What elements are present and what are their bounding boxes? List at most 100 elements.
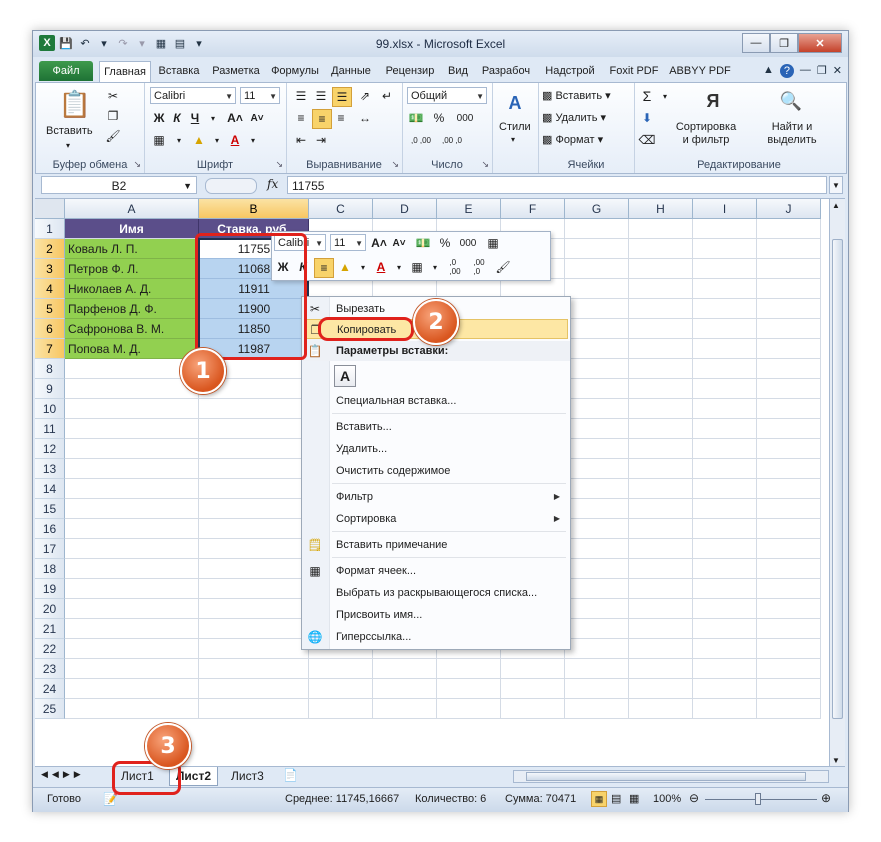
empty-cell[interactable]	[757, 659, 821, 679]
empty-cell[interactable]	[693, 679, 757, 699]
empty-cell[interactable]	[757, 339, 821, 359]
row-header[interactable]: 2	[35, 239, 65, 259]
number-format-combo[interactable]: Общий ▼	[407, 87, 487, 104]
zoom-slider-thumb[interactable]	[755, 793, 761, 805]
empty-cell[interactable]	[757, 299, 821, 319]
row-header[interactable]: 14	[35, 479, 65, 499]
row-header[interactable]: 13	[35, 459, 65, 479]
restore-icon[interactable]: ❐	[770, 33, 798, 53]
tab-addins[interactable]: Надстрой	[539, 61, 601, 81]
close-icon[interactable]: ✕	[798, 33, 842, 53]
empty-cell[interactable]	[65, 679, 199, 699]
format-painter-icon[interactable]: 🖌	[104, 127, 122, 145]
vertical-scroll-thumb[interactable]	[832, 239, 843, 719]
sort-filter-button[interactable]: Сортировка и фильтр	[666, 121, 746, 147]
empty-cell[interactable]	[373, 699, 437, 719]
empty-cell[interactable]	[199, 699, 309, 719]
autosum-button[interactable]: Σ	[638, 87, 656, 105]
align-middle-icon[interactable]: ☰	[312, 87, 330, 105]
tab-data[interactable]: Данные	[325, 61, 377, 81]
empty-cell[interactable]	[693, 439, 757, 459]
autosum-dropdown-icon[interactable]: ▾	[656, 87, 674, 105]
page-layout-view-icon[interactable]: ▤	[611, 792, 621, 805]
empty-cell[interactable]	[199, 679, 309, 699]
empty-cell[interactable]	[757, 239, 821, 259]
cells-delete-button[interactable]: ▩ Удалить ▾	[542, 111, 606, 124]
empty-cell[interactable]	[693, 479, 757, 499]
select-all-corner[interactable]	[35, 199, 65, 219]
menu-item-sort[interactable]: Сортировка ▶	[302, 509, 570, 529]
empty-cell[interactable]	[65, 559, 199, 579]
menu-item-filter[interactable]: Фильтр ▶	[302, 487, 570, 507]
tab-file[interactable]: Файл	[39, 61, 93, 81]
empty-cell[interactable]	[629, 679, 693, 699]
row-header[interactable]: 1	[35, 219, 65, 239]
status-count[interactable]: Количество: 6	[415, 793, 486, 805]
align-bottom-icon[interactable]: ☰	[332, 87, 352, 107]
row-header[interactable]: 25	[35, 699, 65, 719]
empty-cell[interactable]	[757, 259, 821, 279]
decrease-indent-icon[interactable]: ⇤	[292, 131, 310, 149]
page-break-view-icon[interactable]: ▦	[629, 792, 639, 805]
doc-restore-icon[interactable]: ❐	[817, 64, 827, 78]
borders-dropdown-icon[interactable]: ▾	[170, 131, 188, 149]
empty-cell[interactable]	[693, 299, 757, 319]
empty-cell[interactable]	[629, 259, 693, 279]
font-name-combo[interactable]: Calibri ▼	[150, 87, 236, 104]
menu-item-pick-from-list[interactable]: Выбрать из раскрывающегося списка...	[302, 583, 570, 603]
empty-cell[interactable]	[693, 219, 757, 239]
currency-format-icon[interactable]: 💵	[407, 109, 425, 127]
find-select-icon[interactable]: 🔍	[776, 87, 806, 115]
empty-cell[interactable]	[65, 539, 199, 559]
column-header[interactable]: H	[629, 199, 693, 219]
empty-cell[interactable]	[757, 279, 821, 299]
cells-format-button[interactable]: ▩ Формат ▾	[542, 133, 603, 146]
text-orientation-icon[interactable]: ⇗	[356, 87, 374, 105]
empty-cell[interactable]	[629, 239, 693, 259]
name-cell[interactable]: Коваль Л. П.	[65, 239, 199, 259]
empty-cell[interactable]	[565, 359, 629, 379]
empty-cell[interactable]	[565, 519, 629, 539]
find-select-button[interactable]: Найти и выделить	[754, 121, 830, 147]
empty-cell[interactable]	[565, 239, 629, 259]
doc-minimize-icon[interactable]: —	[800, 64, 811, 78]
empty-cell[interactable]	[629, 639, 693, 659]
empty-cell[interactable]	[693, 379, 757, 399]
row-header[interactable]: 19	[35, 579, 65, 599]
empty-cell[interactable]	[757, 419, 821, 439]
empty-cell[interactable]	[757, 499, 821, 519]
mini-grow-font-icon[interactable]: A˄	[370, 234, 388, 252]
font-color-dropdown-icon[interactable]: ▾	[244, 131, 262, 149]
empty-cell[interactable]	[373, 659, 437, 679]
name-cell[interactable]: Попова М. Д.	[65, 339, 199, 359]
zoom-out-icon[interactable]: ⊖	[689, 791, 699, 805]
empty-cell[interactable]	[757, 639, 821, 659]
empty-cell[interactable]	[629, 319, 693, 339]
empty-cell[interactable]	[565, 339, 629, 359]
mini-decrease-decimal-icon[interactable]: ,00,0	[468, 258, 490, 276]
empty-cell[interactable]	[629, 279, 693, 299]
increase-indent-icon[interactable]: ⇥	[312, 131, 330, 149]
sheet-tab-3[interactable]: Лист3	[225, 767, 270, 785]
column-header[interactable]: G	[565, 199, 629, 219]
copy-icon[interactable]: ❐	[104, 107, 122, 125]
scroll-up-icon[interactable]: ▲	[832, 201, 840, 210]
empty-cell[interactable]	[693, 699, 757, 719]
empty-cell[interactable]	[199, 519, 309, 539]
tab-insert[interactable]: Вставка	[153, 61, 205, 81]
empty-cell[interactable]	[199, 599, 309, 619]
name-cell[interactable]: Николаев А. Д.	[65, 279, 199, 299]
name-cell[interactable]: Сафронова В. М.	[65, 319, 199, 339]
font-launcher-icon[interactable]: ↘	[275, 159, 283, 170]
merge-center-icon[interactable]: ↔	[356, 109, 374, 127]
name-cell[interactable]: Парфенов Д. Ф.	[65, 299, 199, 319]
underline-dropdown-icon[interactable]: ▾	[204, 109, 222, 127]
empty-cell[interactable]	[199, 659, 309, 679]
mini-format-painter-icon[interactable]: ▦	[484, 234, 502, 252]
thousands-button[interactable]: 000	[452, 109, 478, 127]
tab-view[interactable]: Вид	[443, 61, 473, 81]
mini-fill-color-icon[interactable]: ▲	[336, 258, 354, 276]
empty-cell[interactable]	[693, 279, 757, 299]
increase-decimal-button[interactable]: ,0 ,00	[407, 131, 435, 149]
tab-foxit-pdf[interactable]: Foxit PDF	[603, 61, 665, 81]
